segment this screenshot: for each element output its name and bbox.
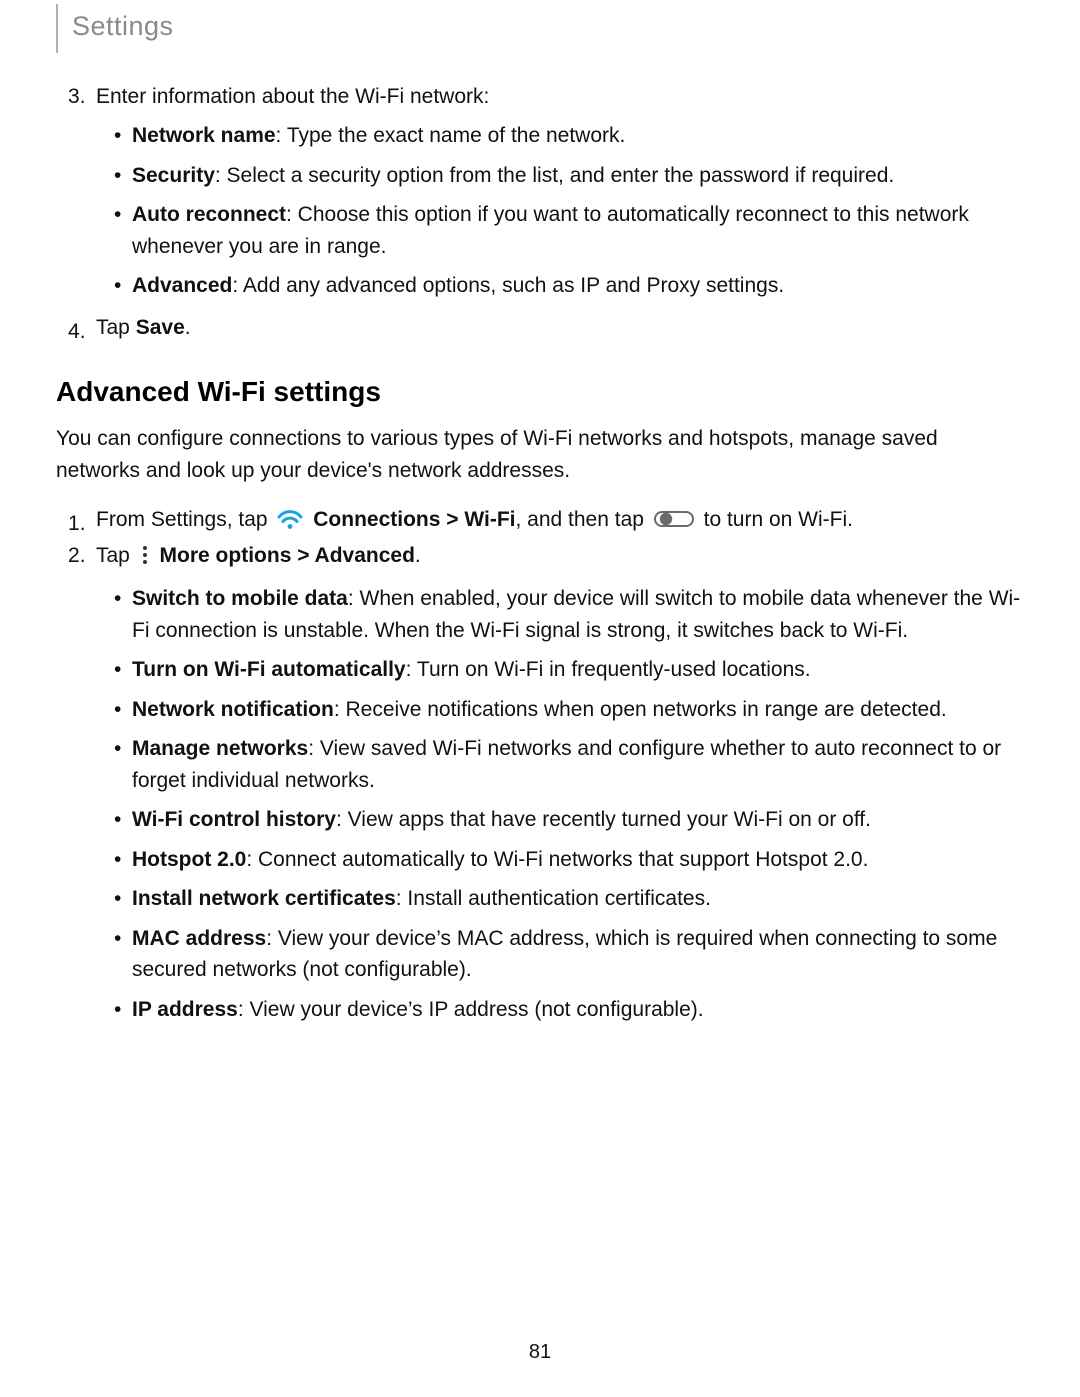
bullet-advanced: Advanced: Add any advanced options, such… — [132, 270, 1024, 302]
label: Save — [136, 316, 185, 339]
text: : Type the exact name of the network. — [276, 124, 626, 147]
step-b2-bullets: Switch to mobile data: When enabled, you… — [96, 583, 1024, 1025]
bullet-mac-address: MAC address: View your device’s MAC addr… — [132, 923, 1024, 986]
toggle-switch-icon — [654, 512, 700, 535]
steps-list-a: Enter information about the Wi-Fi networ… — [56, 81, 1024, 344]
label: Turn on Wi-Fi automatically — [132, 658, 406, 681]
label: Switch to mobile data — [132, 587, 348, 610]
label: > Advanced — [291, 544, 415, 567]
step-3-text: Enter information about the Wi-Fi networ… — [96, 85, 489, 108]
label: Install network certificates — [132, 887, 396, 910]
label: > Wi-Fi — [440, 508, 515, 531]
bullet-install-certs: Install network certificates: Install au… — [132, 883, 1024, 915]
step-3: Enter information about the Wi-Fi networ… — [96, 81, 1024, 302]
bullet-ip-address: IP address: View your device’s IP addres… — [132, 994, 1024, 1026]
label: Network name — [132, 124, 276, 147]
document-page: Settings Enter information about the Wi-… — [0, 0, 1080, 1397]
text: : Add any advanced options, such as IP a… — [232, 274, 784, 297]
bullet-network-name: Network name: Type the exact name of the… — [132, 120, 1024, 152]
steps-list-b: From Settings, tap Connections > Wi-Fi, … — [56, 504, 1024, 1025]
page-header: Settings — [56, 0, 1024, 81]
step-3-bullets: Network name: Type the exact name of the… — [96, 120, 1024, 302]
text: Tap — [96, 316, 136, 339]
label: Auto reconnect — [132, 203, 286, 226]
label: MAC address — [132, 927, 266, 950]
bullet-network-notification: Network notification: Receive notificati… — [132, 694, 1024, 726]
step-4: Tap Save. — [96, 316, 191, 339]
label: IP address — [132, 998, 238, 1021]
more-options-icon — [140, 548, 156, 571]
text: : Select a security option from the list… — [215, 164, 894, 187]
label: Connections — [313, 508, 440, 531]
text: , and then tap — [515, 508, 649, 531]
text: Tap — [96, 544, 136, 567]
label: More options — [160, 544, 292, 567]
text: From Settings, tap — [96, 508, 273, 531]
bullet-manage-networks: Manage networks: View saved Wi-Fi networ… — [132, 733, 1024, 796]
page-number: 81 — [0, 1337, 1080, 1367]
page-title: Settings — [56, 4, 188, 53]
section-intro: You can configure connections to various… — [56, 423, 1024, 486]
label: Advanced — [132, 274, 232, 297]
step-b1: From Settings, tap Connections > Wi-Fi, … — [96, 508, 853, 531]
wifi-icon — [277, 512, 309, 535]
bullet-turn-on-wifi-auto: Turn on Wi-Fi automatically: Turn on Wi-… — [132, 654, 1024, 686]
step-b2: Tap More options > Advanced. Switch to m… — [96, 540, 1024, 1026]
text: to turn on Wi-Fi. — [704, 508, 853, 531]
label: Wi-Fi control history — [132, 808, 336, 831]
text: : Receive notifications when open networ… — [334, 698, 947, 721]
text: : Install authentication certificates. — [396, 887, 711, 910]
bullet-security: Security: Select a security option from … — [132, 160, 1024, 192]
bullet-switch-mobile-data: Switch to mobile data: When enabled, you… — [132, 583, 1024, 646]
text: . — [415, 544, 421, 567]
bullet-auto-reconnect: Auto reconnect: Choose this option if yo… — [132, 199, 1024, 262]
label: Hotspot 2.0 — [132, 848, 246, 871]
text: : Connect automatically to Wi-Fi network… — [246, 848, 868, 871]
label: Manage networks — [132, 737, 308, 760]
label: Network notification — [132, 698, 334, 721]
text: : View apps that have recently turned yo… — [336, 808, 871, 831]
bullet-wifi-control-history: Wi-Fi control history: View apps that ha… — [132, 804, 1024, 836]
bullet-hotspot-20: Hotspot 2.0: Connect automatically to Wi… — [132, 844, 1024, 876]
text: : View your device’s IP address (not con… — [238, 998, 704, 1021]
text: . — [185, 316, 191, 339]
section-heading-advanced-wifi: Advanced Wi-Fi settings — [56, 371, 1024, 413]
text: : Turn on Wi-Fi in frequently-used locat… — [406, 658, 811, 681]
label: Security — [132, 164, 215, 187]
